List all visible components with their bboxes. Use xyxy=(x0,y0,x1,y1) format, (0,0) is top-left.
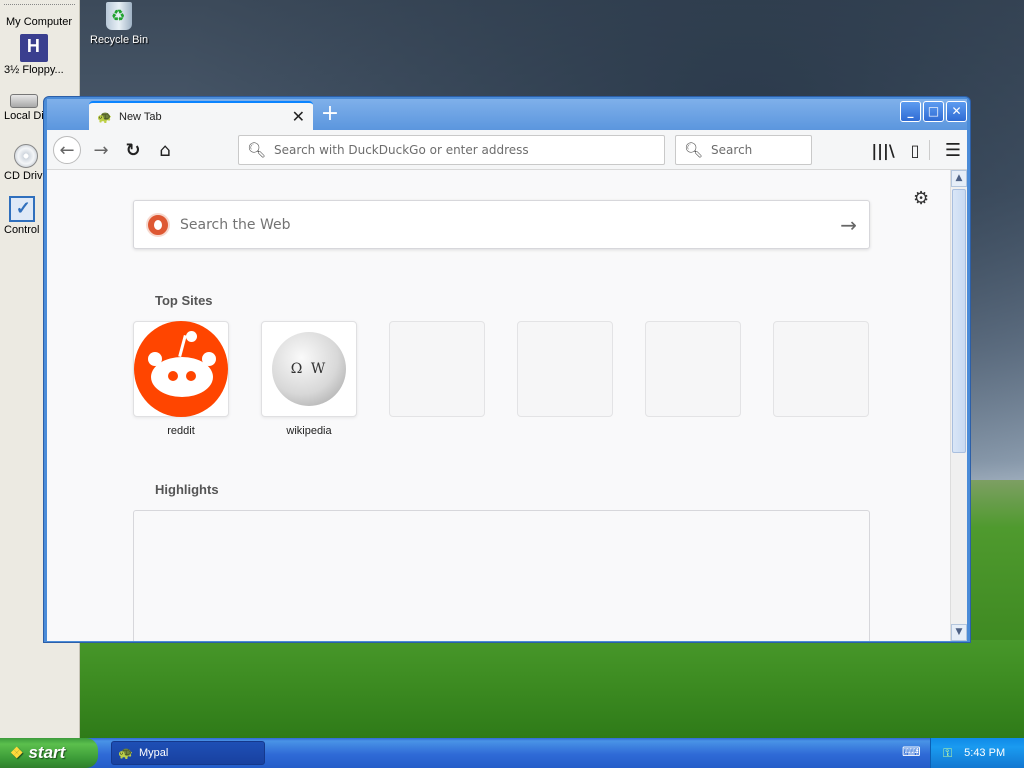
top-site-label: wikipedia xyxy=(286,425,332,437)
start-button[interactable]: ❖ start xyxy=(0,738,98,768)
tab-close-icon[interactable]: ✕ xyxy=(292,107,305,127)
settings-gear-icon[interactable]: ⚙ xyxy=(913,188,929,209)
recycle-bin-icon[interactable]: Recycle Bin xyxy=(90,2,148,46)
network-icon[interactable]: ⚿ xyxy=(943,746,952,761)
control-panel-glyph-icon xyxy=(8,196,35,222)
strip-divider xyxy=(4,4,75,6)
tab-title: New Tab xyxy=(119,110,162,123)
new-tab-page: ⚙ → Top Sites xyxy=(47,170,967,641)
search-icon: 🔍︎ xyxy=(684,141,704,159)
top-site-empty xyxy=(645,321,741,437)
vertical-scrollbar[interactable]: ▲ ▼ xyxy=(950,170,967,641)
scroll-up-icon[interactable]: ▲ xyxy=(951,170,967,187)
reddit-logo-icon xyxy=(134,321,228,417)
scroll-thumb[interactable] xyxy=(952,189,966,453)
tab-favicon-icon: 🐢 xyxy=(97,109,112,124)
my-computer-label: My Computer xyxy=(6,16,73,28)
highlights-area xyxy=(133,510,870,641)
taskbar-app-label: Mypal xyxy=(138,747,169,759)
new-tab-button[interactable]: + xyxy=(317,102,343,128)
search-go-arrow-icon[interactable]: → xyxy=(840,213,857,237)
local-disk-label: Local Di xyxy=(4,110,44,122)
browser-window: 🐢 New Tab ✕ + _ □ ✕ ← → ↻ ⌂ 🔍︎ 🔍︎ |||\ ▯… xyxy=(43,96,971,643)
local-disk-icon[interactable]: Local Di xyxy=(4,86,44,122)
desktop-grass xyxy=(80,630,1024,740)
home-button[interactable]: ⌂ xyxy=(151,136,179,164)
tab-new-tab[interactable]: 🐢 New Tab ✕ xyxy=(89,101,313,130)
close-window-button[interactable]: ✕ xyxy=(946,101,967,122)
desktop-grass-right xyxy=(970,480,1024,640)
clock[interactable]: 5:43 PM xyxy=(964,747,1005,759)
start-label: start xyxy=(28,743,66,762)
top-site-tile[interactable]: Ω W xyxy=(261,321,357,417)
window-controls: _ □ ✕ xyxy=(900,101,967,122)
minimize-button[interactable]: _ xyxy=(900,101,921,122)
web-search-input[interactable] xyxy=(180,216,841,233)
sidebar-icon[interactable]: ▯ xyxy=(901,136,929,164)
control-panel-icon[interactable]: Control xyxy=(4,194,39,236)
web-search-box[interactable]: → xyxy=(133,200,870,249)
top-site-label: reddit xyxy=(167,425,195,437)
top-site-reddit[interactable]: reddit xyxy=(133,321,229,437)
top-sites-grid: reddit Ω W wikipedia xyxy=(133,321,869,437)
top-site-empty xyxy=(773,321,869,437)
address-input[interactable] xyxy=(274,143,664,157)
menu-icon[interactable]: ☰ xyxy=(939,136,967,164)
empty-tile xyxy=(773,321,869,417)
cd-drive-icon[interactable]: CD Drive xyxy=(4,142,49,182)
wikipedia-logo-icon: Ω W xyxy=(272,332,346,406)
mypal-app-icon: 🐢 xyxy=(118,746,133,760)
back-button[interactable]: ← xyxy=(53,136,81,164)
navigation-toolbar: ← → ↻ ⌂ 🔍︎ 🔍︎ |||\ ▯ ☰ xyxy=(47,130,967,170)
title-bar[interactable]: 🐢 New Tab ✕ + _ □ ✕ xyxy=(47,99,967,130)
recycle-bin-glyph-icon xyxy=(106,2,133,30)
address-bar[interactable]: 🔍︎ xyxy=(238,135,665,165)
reload-button[interactable]: ↻ xyxy=(119,136,147,164)
top-site-wikipedia[interactable]: Ω W wikipedia xyxy=(261,321,357,437)
top-site-empty xyxy=(389,321,485,437)
toolbar-separator xyxy=(929,140,930,160)
search-bar[interactable]: 🔍︎ xyxy=(675,135,812,165)
cd-icon xyxy=(14,144,39,168)
empty-tile xyxy=(645,321,741,417)
highlights-title: Highlights xyxy=(155,482,219,497)
duckduckgo-icon xyxy=(146,212,170,237)
system-tray: ⚿ 5:43 PM xyxy=(930,738,1024,768)
scroll-down-icon[interactable]: ▼ xyxy=(951,624,967,641)
library-icon[interactable]: |||\ xyxy=(869,136,897,164)
cd-drive-label: CD Drive xyxy=(4,170,49,182)
top-sites-title: Top Sites xyxy=(155,293,213,308)
empty-tile xyxy=(517,321,613,417)
floppy-drive-label: 3½ Floppy... xyxy=(4,64,64,76)
forward-button[interactable]: → xyxy=(87,136,115,164)
recycle-bin-label: Recycle Bin xyxy=(90,34,149,46)
my-computer-icon[interactable]: My Computer xyxy=(6,14,72,28)
taskbar-app-mypal[interactable]: 🐢 Mypal xyxy=(111,741,265,765)
floppy-drive-icon[interactable]: 3½ Floppy... xyxy=(4,34,64,76)
search-input[interactable] xyxy=(711,143,811,157)
search-icon: 🔍︎ xyxy=(247,141,267,159)
empty-tile xyxy=(389,321,485,417)
windows-flag-icon: ❖ xyxy=(10,745,24,762)
floppy-icon xyxy=(19,34,48,62)
top-site-tile[interactable] xyxy=(133,321,229,417)
top-site-empty xyxy=(517,321,613,437)
maximize-button[interactable]: □ xyxy=(923,101,944,122)
control-panel-label: Control xyxy=(4,224,40,236)
keyboard-icon[interactable]: ⌨ xyxy=(902,745,921,760)
hard-disk-icon xyxy=(9,94,38,108)
taskbar: ❖ start 🐢 Mypal ⌨ ⚿ 5:43 PM xyxy=(0,738,1024,768)
